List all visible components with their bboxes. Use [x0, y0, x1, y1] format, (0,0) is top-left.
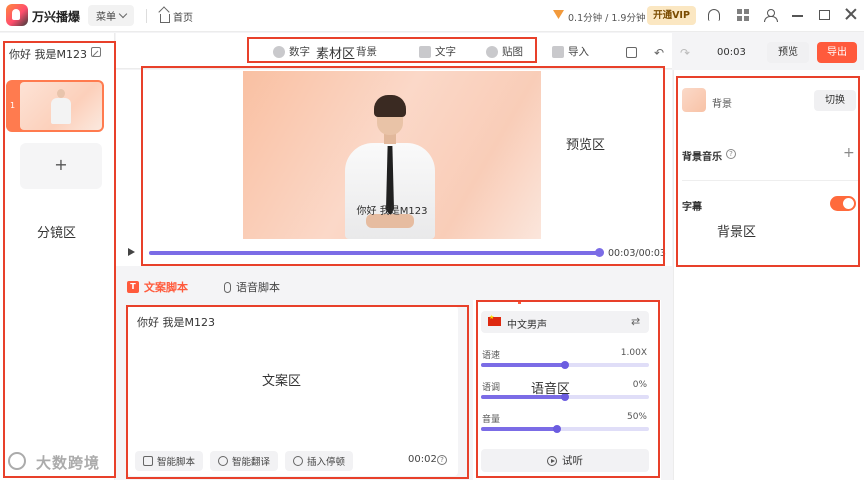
close-icon[interactable] — [845, 8, 857, 20]
microphone-icon — [224, 281, 231, 293]
apps-grid-icon[interactable] — [737, 9, 749, 21]
material-area-annotation — [247, 37, 537, 63]
tab-voice-script-label: 语音脚本 — [236, 281, 280, 294]
voice-area-label: 语音区 — [531, 382, 571, 397]
chevron-down-icon — [118, 9, 128, 19]
user-icon[interactable] — [764, 9, 778, 22]
import-icon — [552, 45, 564, 58]
preview-button[interactable]: 预览 — [767, 42, 809, 63]
divider — [146, 9, 147, 23]
background-area-annotation — [676, 76, 860, 267]
storyboard-area-annotation — [3, 41, 116, 478]
text-script-icon: T — [127, 281, 139, 293]
minimize-icon[interactable] — [792, 15, 803, 17]
redo-icon[interactable]: ↷ — [680, 46, 690, 60]
vip-button[interactable]: 开通VIP — [647, 6, 696, 25]
background-area-label: 背景区 — [717, 225, 757, 240]
script-area-label: 文案区 — [262, 374, 302, 389]
preview-area-label: 预览区 — [566, 138, 606, 153]
script-tabs — [116, 266, 672, 302]
home-icon — [160, 14, 170, 23]
undo-icon[interactable]: ↶ — [654, 46, 664, 60]
tab-text-script[interactable]: T 文案脚本 — [127, 279, 188, 295]
import-button[interactable]: 导入 — [552, 44, 589, 59]
preview-area-annotation — [141, 66, 665, 266]
export-button[interactable]: 导出 — [817, 42, 857, 63]
maximize-icon[interactable] — [819, 10, 830, 20]
import-label: 导入 — [568, 46, 589, 58]
tab-voice-script[interactable]: 语音脚本 — [224, 279, 280, 295]
tab-text-script-label: 文案脚本 — [144, 281, 188, 294]
headset-icon[interactable] — [708, 9, 720, 21]
material-area-label: 素材区 — [316, 47, 356, 62]
app-logo — [6, 4, 28, 26]
watermark-logo — [8, 452, 26, 470]
save-icon[interactable] — [626, 47, 637, 58]
menu-button[interactable]: 菜单 — [88, 5, 134, 26]
app-title: 万兴播爆 — [32, 10, 81, 24]
home-label: 首页 — [173, 13, 193, 24]
quota-text: 0.1分钟 / 1.9分钟 — [568, 13, 646, 24]
watermark-text: 大数跨境 — [36, 454, 101, 472]
play-icon[interactable] — [128, 248, 135, 256]
home-link[interactable]: 首页 — [160, 9, 193, 24]
storyboard-area-label: 分镜区 — [37, 226, 77, 241]
total-duration: 00:03 — [717, 47, 746, 58]
script-area-annotation — [126, 305, 469, 479]
menu-label: 菜单 — [96, 12, 116, 23]
